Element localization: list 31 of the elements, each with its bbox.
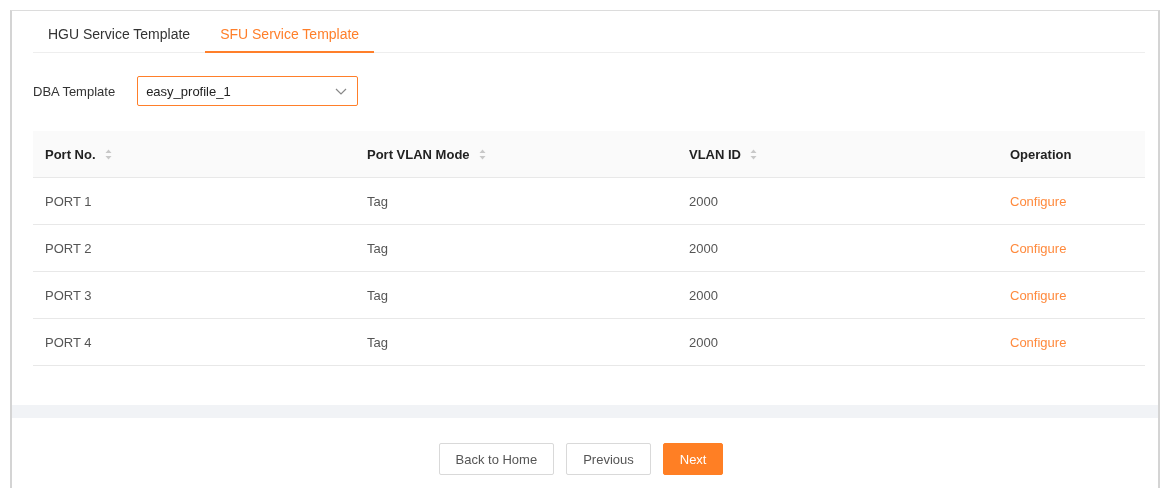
table-cell: Tag [367, 287, 388, 303]
next-button[interactable]: Next [662, 443, 724, 475]
column-header: Operation [1010, 146, 1072, 162]
dba-template-select[interactable]: easy_profile_1 [137, 76, 359, 106]
sort-icon[interactable] [750, 148, 757, 160]
table-cell: 2000 [689, 240, 718, 256]
table-cell: PORT 4 [45, 334, 92, 350]
nav-button[interactable]: Previous [566, 443, 651, 475]
table-cell: PORT 3 [45, 287, 92, 303]
sort-icon[interactable] [478, 148, 486, 160]
sort-icon[interactable] [104, 148, 112, 160]
column-header: VLAN ID [689, 146, 741, 162]
tab[interactable]: SFU Service Template [205, 20, 375, 53]
nav-button[interactable]: Back to Home [438, 443, 555, 475]
table-cell: Tag [367, 193, 388, 209]
table-cell: PORT 2 [45, 240, 92, 256]
configure-link[interactable]: Configure [1010, 193, 1067, 209]
table-cell: 2000 [689, 193, 718, 209]
table-cell: 2000 [689, 334, 718, 350]
table-cell: Tag [367, 334, 388, 350]
chevron-down-icon [335, 87, 348, 95]
table-cell: PORT 1 [45, 193, 92, 209]
column-header: Port No. [45, 146, 96, 162]
configure-link[interactable]: Configure [1010, 240, 1067, 256]
table-cell: Tag [367, 240, 388, 256]
tab[interactable]: HGU Service Template [33, 20, 206, 53]
column-header: Port VLAN Mode [367, 146, 470, 162]
field-label: DBA Template [33, 83, 116, 99]
configure-link[interactable]: Configure [1010, 334, 1067, 350]
configure-link[interactable]: Configure [1010, 287, 1067, 303]
table-cell: 2000 [689, 287, 718, 303]
